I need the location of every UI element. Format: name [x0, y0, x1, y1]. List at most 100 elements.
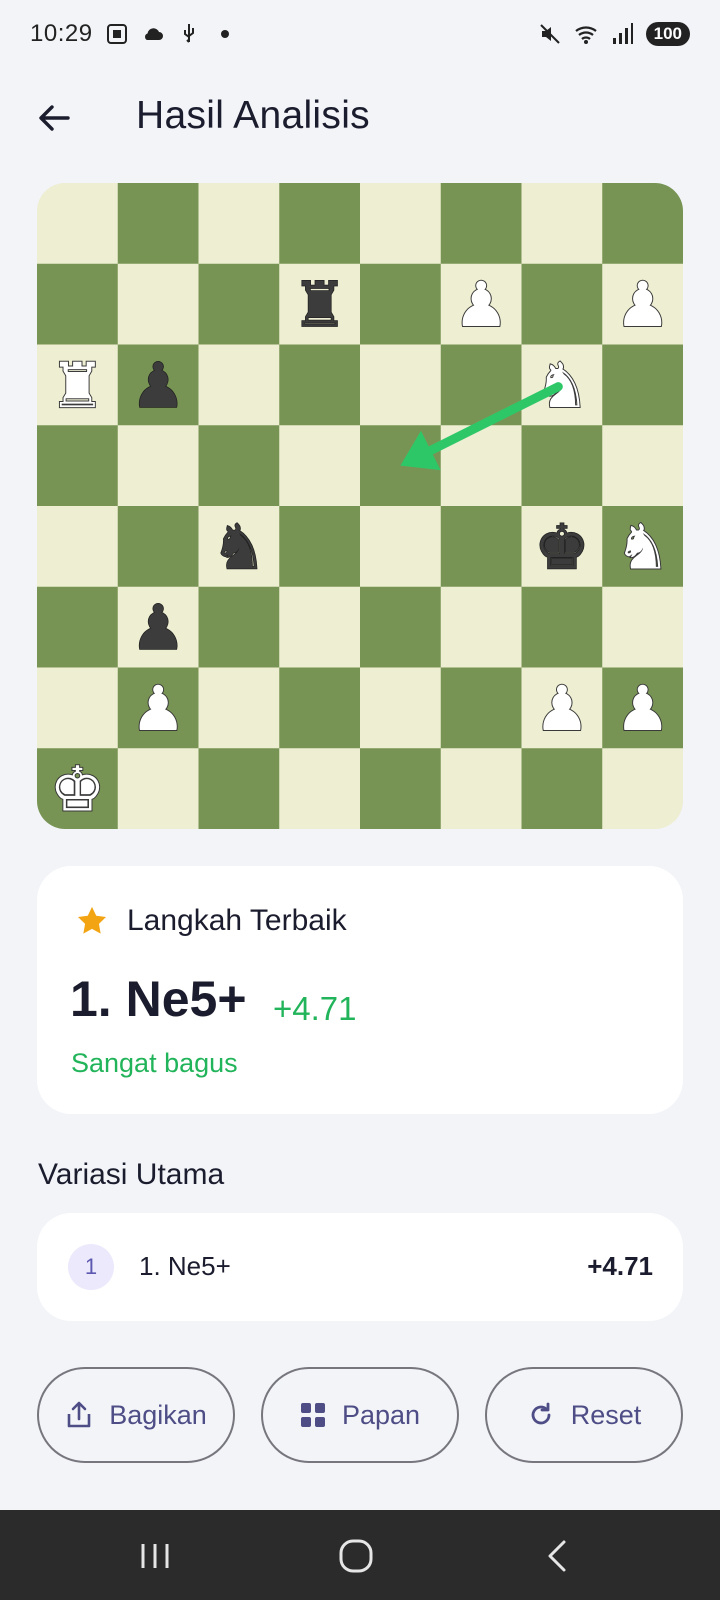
best-move-notation: 1. Ne5+ — [70, 971, 247, 1027]
board-square-e6[interactable] — [360, 344, 442, 426]
back-button[interactable] — [30, 94, 78, 142]
board-square-c5[interactable] — [198, 425, 280, 507]
screenshot-icon — [105, 22, 129, 46]
board-square-h1[interactable] — [602, 748, 683, 829]
variation-row[interactable]: 1 1. Ne5+ +4.71 — [37, 1213, 683, 1321]
board-square-d5[interactable] — [279, 425, 361, 507]
chess-board-svg[interactable]: ♜ ♟ ♟♜ ♟ ♞♞ ♚ ♞♟♟ ♟ ♟♚ — [37, 183, 683, 829]
board-square-c2[interactable] — [198, 667, 280, 749]
status-left: 10:29 — [30, 20, 237, 48]
variation-moves: 1. Ne5+ — [139, 1251, 231, 1281]
board-button-label: Papan — [341, 1399, 421, 1430]
usb-icon — [177, 22, 201, 46]
black-knight-c4[interactable]: ♞ — [210, 510, 267, 585]
board-square-a8[interactable] — [37, 183, 119, 265]
board-square-f8[interactable] — [440, 183, 522, 265]
board-square-h8[interactable] — [602, 183, 683, 265]
board-square-d4[interactable] — [279, 506, 361, 588]
chess-board[interactable]: ♜ ♟ ♟ ♜ ♟ ♞ ♞ ♚ ♞ ♟ ♟ ♟ ♟ ♚ — [37, 183, 683, 829]
board-square-h6[interactable] — [602, 344, 683, 426]
white-king-a1[interactable]: ♚ — [49, 752, 107, 827]
board-square-g3[interactable] — [521, 586, 603, 668]
status-bar: 10:29 100 — [0, 0, 720, 68]
home-button[interactable] — [337, 1536, 377, 1576]
board-square-b5[interactable] — [117, 425, 199, 507]
black-pawn-b3[interactable]: ♟ — [130, 590, 187, 665]
board-square-d8[interactable] — [279, 183, 361, 265]
board-square-e8[interactable] — [360, 183, 442, 265]
system-nav-bar — [0, 1510, 720, 1600]
share-button-label: Bagikan — [109, 1399, 207, 1430]
recent-apps-button[interactable] — [135, 1536, 175, 1576]
main-variation-title: Variasi Utama — [38, 1158, 225, 1191]
board-square-a5[interactable] — [37, 425, 119, 507]
board-square-f3[interactable] — [440, 586, 522, 668]
white-rook-a6[interactable]: ♜ — [49, 348, 107, 423]
battery-indicator: 100 — [645, 22, 690, 46]
white-pawn-h7[interactable]: ♟ — [614, 267, 672, 342]
white-pawn-g2[interactable]: ♟ — [533, 671, 591, 746]
board-square-b1[interactable] — [117, 748, 199, 829]
board-square-f1[interactable] — [440, 748, 522, 829]
board-square-e2[interactable] — [360, 667, 442, 749]
board-square-a4[interactable] — [37, 506, 119, 588]
reset-button[interactable]: Reset — [485, 1367, 683, 1463]
black-rook-d7[interactable]: ♜ — [291, 267, 348, 342]
best-move-quality: Sangat bagus — [71, 1048, 238, 1078]
best-move-eval: +4.71 — [273, 990, 357, 1027]
board-button[interactable]: Papan — [261, 1367, 459, 1463]
star-icon — [77, 906, 107, 934]
board-square-c1[interactable] — [198, 748, 280, 829]
white-knight-h4[interactable]: ♞ — [614, 509, 672, 584]
dot-icon — [213, 22, 237, 46]
wifi-icon — [574, 22, 598, 46]
board-square-c6[interactable] — [198, 344, 280, 426]
black-pawn-b6[interactable]: ♟ — [130, 348, 187, 423]
board-square-c3[interactable] — [198, 586, 280, 668]
back-nav-button[interactable] — [538, 1536, 578, 1576]
board-square-a3[interactable] — [37, 586, 119, 668]
board-square-f4[interactable] — [440, 506, 522, 588]
board-square-d6[interactable] — [279, 344, 361, 426]
recent-apps-icon — [141, 1544, 169, 1568]
share-icon — [67, 1401, 91, 1428]
board-square-c8[interactable] — [198, 183, 280, 265]
board-square-b7[interactable] — [117, 263, 199, 345]
status-right: 100 — [538, 22, 690, 46]
board-square-g1[interactable] — [521, 748, 603, 829]
home-icon — [339, 1539, 373, 1573]
share-button[interactable]: Bagikan — [37, 1367, 235, 1463]
reset-button-label: Reset — [570, 1399, 642, 1430]
board-square-e3[interactable] — [360, 586, 442, 668]
board-square-g7[interactable] — [521, 263, 603, 345]
board-square-a7[interactable] — [37, 263, 119, 345]
board-square-e7[interactable] — [360, 263, 442, 345]
board-square-f2[interactable] — [440, 667, 522, 749]
white-pawn-f7[interactable]: ♟ — [452, 267, 510, 342]
board-square-d2[interactable] — [279, 667, 361, 749]
board-square-g5[interactable] — [521, 425, 603, 507]
board-square-d3[interactable] — [279, 586, 361, 668]
refresh-icon — [531, 1402, 551, 1425]
status-time: 10:29 — [30, 20, 93, 47]
signal-icon — [610, 22, 634, 46]
best-move-label: Langkah Terbaik — [127, 904, 347, 937]
board-square-c7[interactable] — [198, 263, 280, 345]
chevron-left-icon — [548, 1540, 566, 1572]
board-square-h5[interactable] — [602, 425, 683, 507]
board-square-a2[interactable] — [37, 667, 119, 749]
board-square-e1[interactable] — [360, 748, 442, 829]
white-pawn-b2[interactable]: ♟ — [129, 671, 187, 746]
white-pawn-h2[interactable]: ♟ — [614, 671, 672, 746]
board-square-g8[interactable] — [521, 183, 603, 265]
board-square-b4[interactable] — [117, 506, 199, 588]
app-header: Hasil Analisis — [0, 80, 720, 156]
page-title: Hasil Analisis — [136, 94, 370, 137]
board-square-b8[interactable] — [117, 183, 199, 265]
black-king-g4[interactable]: ♚ — [533, 510, 590, 585]
best-move-header: Langkah Terbaik — [75, 904, 347, 938]
board-square-d1[interactable] — [279, 748, 361, 829]
cloud-icon — [141, 22, 165, 46]
board-square-h3[interactable] — [602, 586, 683, 668]
board-square-e4[interactable] — [360, 506, 442, 588]
